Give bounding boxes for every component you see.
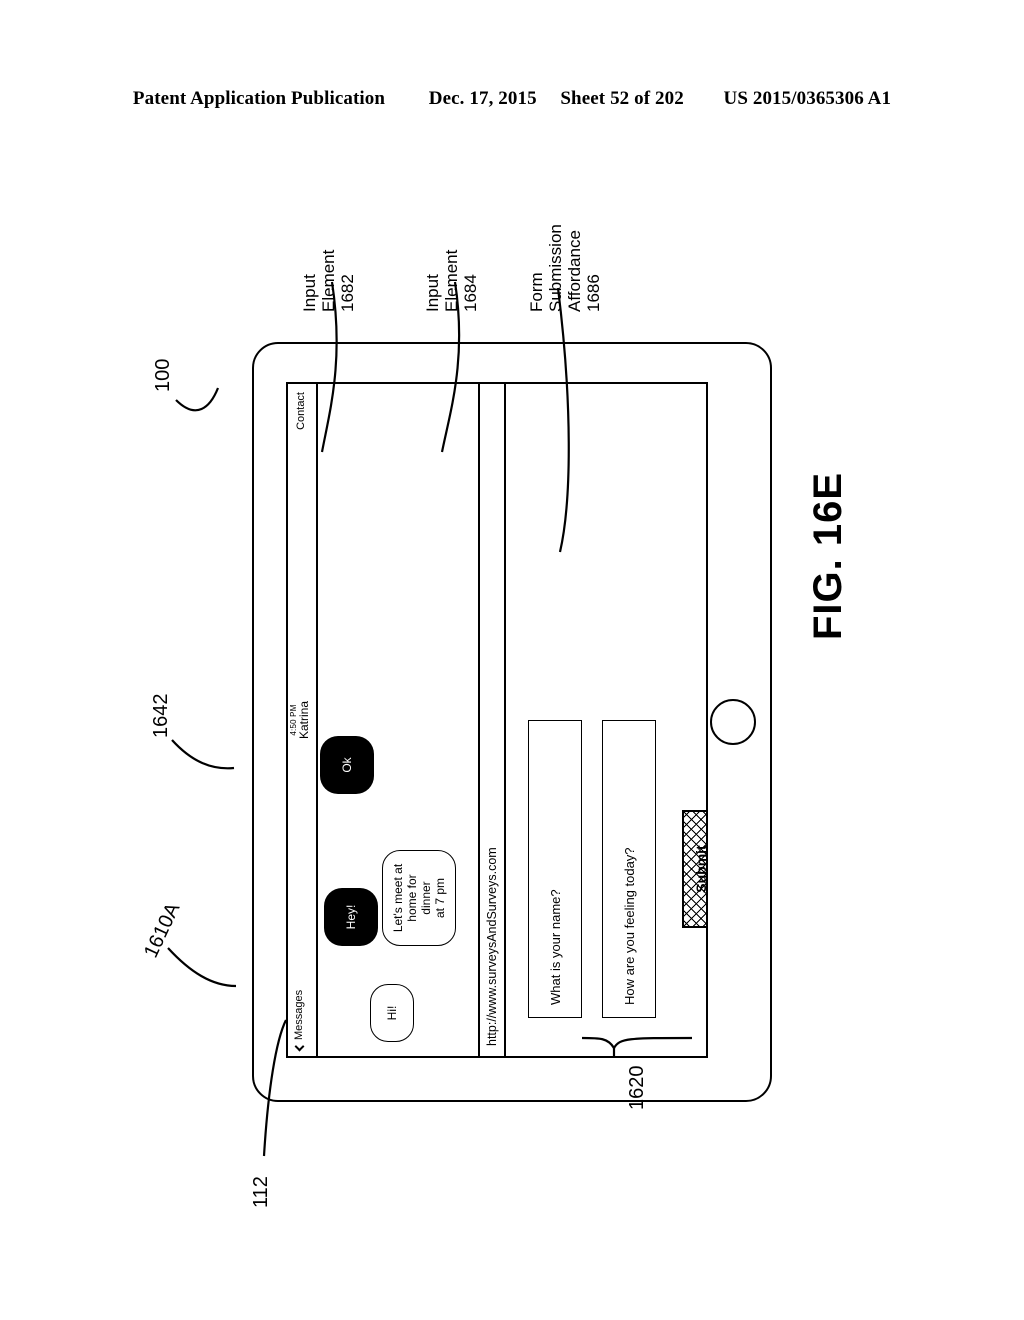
input-element-1684-label: How are you feeling today? (621, 847, 637, 1005)
refnum-messages-region-1610A: 1610A (140, 899, 185, 962)
header-date: Dec. 17, 2015 (428, 88, 537, 109)
messages-app-region: Messages 4:50 PM Katrina Contact Hi! Hey… (288, 384, 618, 1056)
input-element-1682[interactable]: What is your name? (528, 720, 582, 1018)
conversation-contact-name: Katrina (297, 700, 312, 740)
url-bar[interactable]: http://www.surveysAndSurveys.com (480, 384, 506, 1056)
form-submission-affordance[interactable]: SubmitForm (682, 810, 708, 928)
device-figure-stage: Messages 4:50 PM Katrina Contact Hi! Hey… (252, 342, 772, 1102)
header-publication: Patent Application Publication (132, 88, 386, 109)
refnum-device-100: 100 (152, 358, 174, 392)
patent-page-header: Patent Application Publication Dec. 17, … (0, 88, 1024, 110)
message-bubble: Ok (320, 736, 374, 794)
touch-screen-display: Messages 4:50 PM Katrina Contact Hi! Hey… (286, 382, 708, 1058)
home-button[interactable] (710, 699, 756, 745)
leader-line-1610A (167, 947, 237, 988)
url-text: http://www.surveysAndSurveys.com (485, 847, 499, 1046)
callout-form-submission-affordance-1686: Form Submission Affordance 1686 (527, 224, 604, 312)
tablet-device-body: Messages 4:50 PM Katrina Contact Hi! Hey… (252, 342, 772, 1102)
refnum-touch-screen-112: 112 (250, 1176, 272, 1208)
message-bubble: Hi! (370, 984, 414, 1042)
input-element-1682-label: What is your name? (547, 889, 563, 1005)
messages-navigation-bar: Messages 4:50 PM Katrina Contact (288, 384, 318, 1056)
conversation-title-block: 4:50 PM Katrina (289, 384, 312, 1056)
browser-region: http://www.surveysAndSurveys.com What is… (480, 384, 708, 1056)
leader-line-100 (175, 387, 220, 412)
callout-input-element-1684: Input Element 1684 (423, 249, 481, 312)
message-bubble-list: Hi! Hey! Let's meet at home for dinner at … (318, 384, 618, 1056)
figure-caption: FIG. 16E (806, 471, 850, 640)
submit-button-label: SubmitForm (692, 845, 708, 893)
contact-button[interactable]: Contact (295, 392, 307, 430)
input-element-1684[interactable]: How are you feeling today? (602, 720, 656, 1018)
leader-line-1642 (171, 739, 235, 770)
callout-input-element-1682: Input Element 1682 (300, 249, 358, 312)
web-form-area: What is your name? How are you feeling t… (506, 384, 708, 1056)
refnum-browser-1642: 1642 (150, 693, 172, 739)
header-sheet: Sheet 52 of 202 (560, 88, 684, 109)
message-bubble: Hey! (324, 888, 378, 946)
message-bubble: Let's meet at home for dinner at 7 pm (382, 850, 456, 946)
header-publication-number: US 2015/0365306 A1 (723, 88, 892, 109)
